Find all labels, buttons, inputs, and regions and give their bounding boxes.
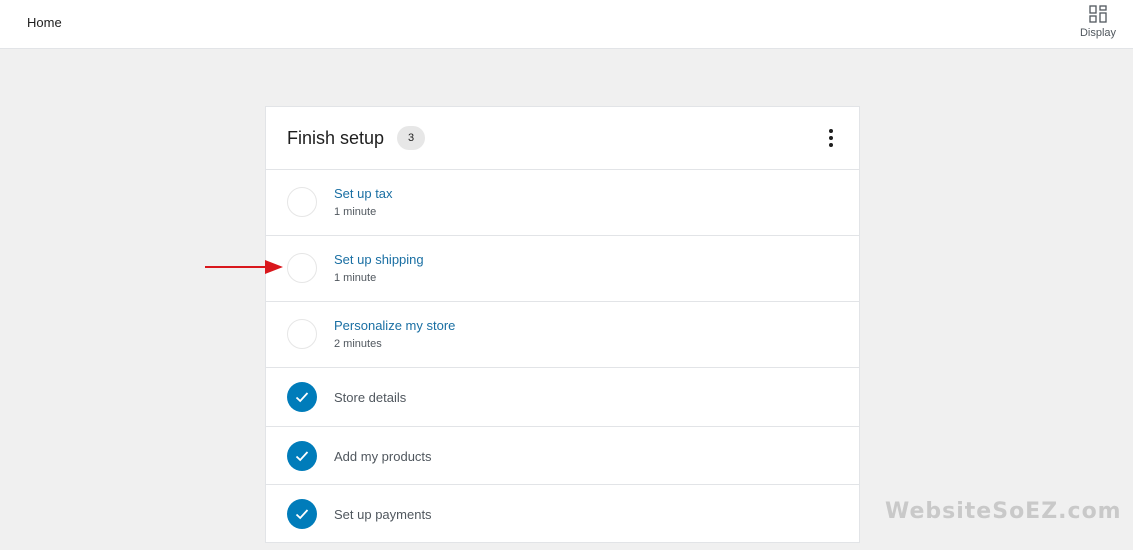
task-title[interactable]: Personalize my store [334, 318, 455, 333]
top-bar: Home Display [0, 0, 1133, 49]
task-status-circle [287, 187, 317, 217]
checkmark-icon [287, 499, 317, 529]
checkmark-icon [287, 440, 317, 471]
task-title: Store details [334, 390, 407, 405]
vertical-ellipsis-icon[interactable] [821, 126, 841, 150]
task-title[interactable]: Set up shipping [334, 252, 424, 267]
task-time: 2 minutes [334, 338, 382, 350]
page-title: Home [27, 15, 62, 30]
layout-grid-icon [1089, 5, 1107, 23]
card-header: Finish setup 3 [266, 107, 859, 170]
task-title: Add my products [334, 448, 432, 464]
task-add-my-products[interactable]: Add my products [266, 427, 859, 485]
task-title[interactable]: Set up tax [334, 186, 393, 201]
task-set-up-shipping[interactable]: Set up shipping 1 minute [266, 236, 859, 302]
task-store-details[interactable]: Store details [266, 368, 859, 427]
task-title: Set up payments [334, 507, 432, 522]
task-time: 1 minute [334, 272, 377, 284]
display-button[interactable]: Display [1076, 4, 1120, 44]
task-personalize-my-store[interactable]: Personalize my store 2 minutes [266, 302, 859, 368]
remaining-count-badge: 3 [397, 126, 425, 150]
card-title: Finish setup [287, 128, 385, 148]
task-set-up-tax[interactable]: Set up tax 1 minute [266, 170, 859, 236]
task-status-circle [287, 253, 317, 283]
checkmark-icon [287, 382, 317, 412]
red-arrow-right-icon [205, 260, 283, 274]
task-set-up-payments[interactable]: Set up payments [266, 485, 859, 544]
finish-setup-card: Finish setup 3 Set up tax 1 minute Set u… [265, 106, 860, 543]
watermark: WebsiteSoEZ.com [885, 499, 1122, 524]
display-button-label: Display [1079, 27, 1117, 39]
task-status-circle [287, 319, 317, 349]
task-time: 1 minute [334, 206, 377, 218]
